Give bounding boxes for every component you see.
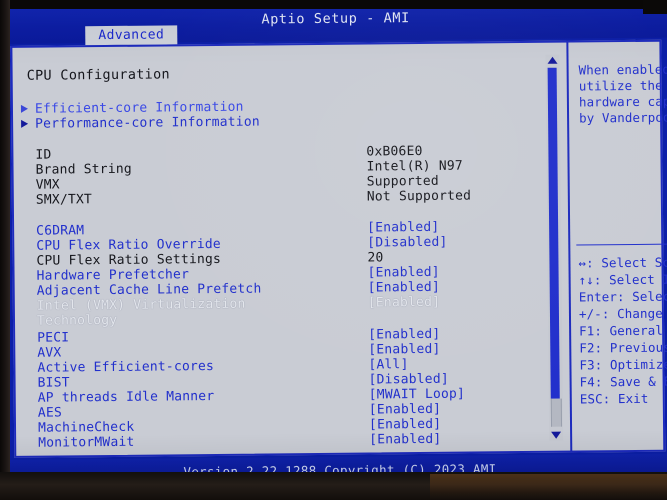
setting-value: 20	[367, 250, 384, 266]
info-value: Not Supported	[366, 188, 472, 205]
setting-value[interactable]: [Enabled]	[368, 327, 440, 343]
info-label: Brand String	[35, 161, 132, 178]
setting-label: MonitorMWait	[38, 434, 135, 451]
key-hint-select-item: ↑↓: Select It	[578, 271, 667, 288]
menu-item-label: Performance-core Information	[35, 114, 260, 132]
key-hint-change-option: +/-: Change O	[578, 305, 663, 322]
setting-label: Hardware Prefetcher	[36, 267, 190, 284]
setting-label: CPU Flex Ratio Override	[36, 236, 221, 254]
help-text-line: utilize the	[578, 77, 663, 94]
info-value: 0xB06E0	[366, 143, 423, 160]
monitor-bezel-reflection	[430, 474, 667, 500]
help-text-line: by Vanderpoo	[579, 109, 667, 126]
info-label: SMX/TXT	[35, 192, 93, 208]
bios-screen-photo: Aptio Setup - AMI Advanced CPU Configura…	[0, 0, 667, 500]
info-value: Supported	[366, 173, 440, 190]
setting-label: AES	[37, 405, 63, 421]
setting-value[interactable]: [Disabled]	[367, 235, 447, 251]
key-hint-enter-select: Enter: Select	[578, 288, 667, 305]
scroll-down-arrow-icon[interactable]	[551, 431, 562, 439]
key-hint-f4-save-exit: F4: Save & Ex	[579, 373, 667, 390]
setting-value[interactable]: [Enabled]	[368, 342, 440, 358]
setting-label: CPU Flex Ratio Settings	[36, 251, 222, 269]
help-text-line: hardware cap	[578, 93, 667, 110]
scrollbar-thumb[interactable]	[547, 67, 560, 399]
setting-label: PECI	[37, 330, 70, 346]
info-label: ID	[35, 147, 52, 163]
setting-value[interactable]: [Enabled]	[367, 220, 439, 236]
setting-label: AP threads Idle Manner	[37, 388, 215, 406]
setting-value[interactable]: [Enabled]	[369, 432, 441, 448]
help-divider	[576, 243, 667, 246]
monitor-bezel-left	[0, 0, 10, 500]
tab-advanced[interactable]: Advanced	[85, 25, 178, 46]
scrollbar-track[interactable]	[550, 398, 563, 427]
info-label: VMX	[35, 177, 60, 193]
setting-value[interactable]: [Enabled]	[369, 417, 441, 433]
key-hint-f2-previous: F2: Previous	[579, 339, 667, 356]
setting-value[interactable]: [MWAIT Loop]	[369, 387, 465, 403]
setting-label: C6DRAM	[36, 223, 85, 239]
monitor-bezel-top-right	[643, 0, 667, 14]
setting-label: BIST	[37, 375, 70, 391]
setting-label-continued: Technology	[36, 312, 118, 329]
page-title: CPU Configuration	[26, 66, 171, 84]
settings-pane: CPU Configuration Efficient-core Informa…	[14, 45, 543, 454]
key-hint-f3-optimized: F3: Optimized	[579, 356, 667, 373]
setting-value[interactable]: [Enabled]	[368, 280, 440, 296]
setting-value[interactable]: [Enabled]	[367, 265, 439, 281]
scroll-up-arrow-icon[interactable]	[547, 56, 558, 64]
help-pane: When enabled utilize the hardware cap by…	[570, 44, 667, 449]
setting-value[interactable]: [Disabled]	[369, 372, 449, 388]
monitor-picture: Aptio Setup - AMI Advanced CPU Configura…	[4, 1, 667, 494]
key-hint-f1-general-help: F1: General H	[579, 322, 664, 339]
setting-value[interactable]: [Enabled]	[369, 402, 441, 418]
setting-label: MachineCheck	[37, 419, 135, 436]
setting-label: AVX	[37, 345, 62, 361]
key-hint-select-screen: ↔: Select Sc	[578, 254, 667, 271]
setting-value[interactable]: [All]	[368, 357, 408, 372]
key-hint-esc-exit: ESC: Exit	[579, 390, 649, 407]
setting-label: Active Efficient-cores	[37, 359, 215, 376]
info-value: Intel(R) N97	[366, 158, 463, 175]
submenu-arrow-icon	[21, 119, 29, 128]
submenu-arrow-icon	[20, 104, 29, 113]
help-text-line: When enabled	[578, 61, 667, 78]
setting-value[interactable]: [Enabled]	[368, 295, 440, 311]
monitor-bezel-top	[0, 0, 667, 9]
